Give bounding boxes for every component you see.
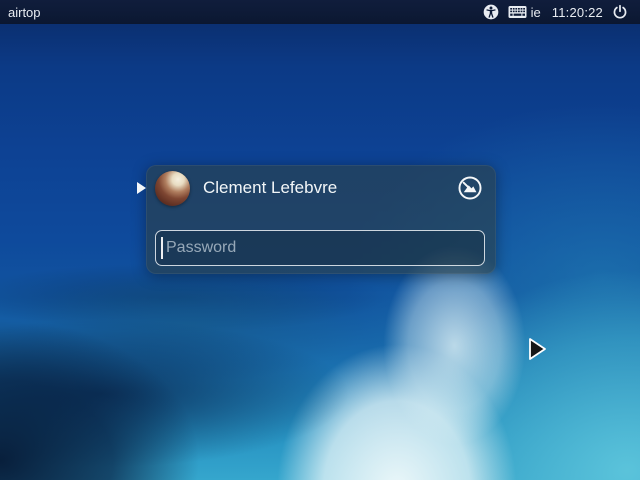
greeter-top-panel: airtop (0, 0, 640, 24)
text-caret (161, 237, 163, 259)
power-menu[interactable] (612, 4, 628, 20)
mouse-pointer-icon (526, 336, 548, 369)
accessibility-icon (483, 4, 499, 20)
username-label: Clement Lefebvre (203, 178, 458, 198)
keyboard-layout-label: ie (531, 5, 541, 20)
password-field (155, 230, 485, 266)
password-input[interactable] (155, 230, 485, 266)
selected-user-triangle-icon (137, 182, 146, 194)
user-avatar-icon (155, 171, 190, 206)
hostname-label: airtop (8, 5, 41, 20)
mountain-session-badge-icon (458, 176, 482, 200)
keyboard-layout-menu[interactable]: ie (508, 5, 541, 20)
session-badge-button[interactable] (458, 176, 482, 200)
login-dialog: Clement Lefebvre (146, 165, 496, 274)
accessibility-menu[interactable] (483, 4, 499, 20)
keyboard-icon (508, 5, 527, 19)
power-icon (612, 4, 628, 20)
panel-indicators: ie 11:20:22 (483, 4, 628, 20)
clock-label: 11:20:22 (552, 5, 603, 20)
user-row[interactable]: Clement Lefebvre (155, 169, 482, 207)
